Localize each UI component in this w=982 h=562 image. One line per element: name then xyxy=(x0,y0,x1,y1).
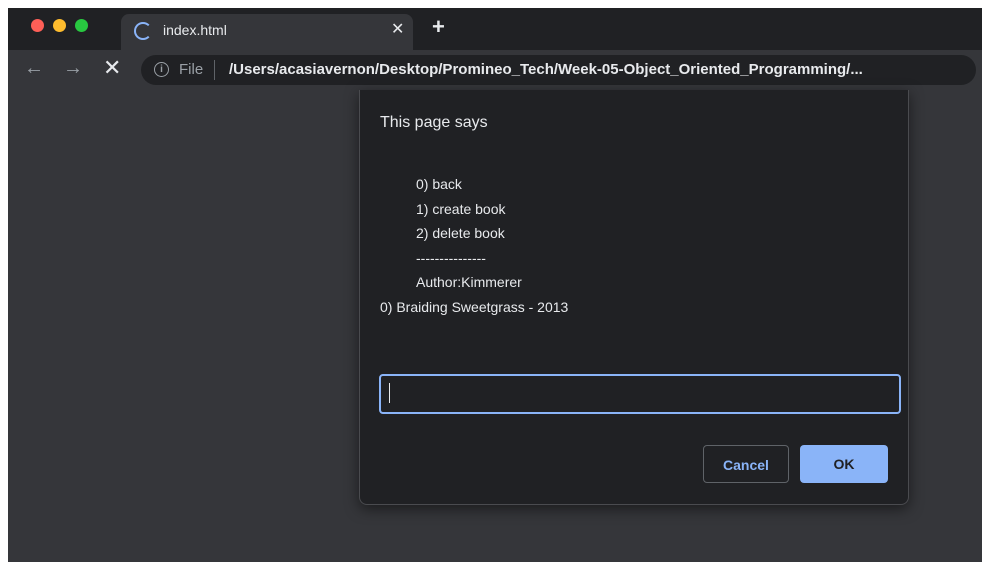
spinner-icon xyxy=(134,22,152,40)
address-bar[interactable]: i File /Users/acasiavernon/Desktop/Promi… xyxy=(141,55,976,85)
minimize-window-button[interactable] xyxy=(53,19,66,32)
browser-window: index.html ✕ + ← → ✕ i File /Users/acasi… xyxy=(8,8,982,562)
prompt-input[interactable] xyxy=(379,374,901,414)
message-line: Author:Kimmerer xyxy=(416,274,522,290)
stop-loading-icon[interactable]: ✕ xyxy=(103,55,121,81)
message-line: 0) Braiding Sweetgrass - 2013 xyxy=(380,298,569,315)
dialog-title: This page says xyxy=(380,114,488,131)
tab-title: index.html xyxy=(163,22,227,38)
tab-index-html[interactable]: index.html ✕ xyxy=(121,14,413,50)
dialog-message: 0) back 1) create book 2) delete book --… xyxy=(380,172,880,319)
message-line: 2) delete book xyxy=(416,225,505,241)
address-separator xyxy=(214,60,215,80)
address-url[interactable]: /Users/acasiavernon/Desktop/Promineo_Tec… xyxy=(229,61,969,78)
address-scheme: File xyxy=(179,61,204,78)
tab-close-icon[interactable]: ✕ xyxy=(391,19,404,39)
new-tab-button[interactable]: + xyxy=(432,14,445,40)
ok-button[interactable]: OK xyxy=(800,445,888,483)
page-content: This page says 0) back 1) create book 2)… xyxy=(8,90,982,562)
tab-strip: index.html ✕ + xyxy=(8,8,982,50)
text-caret xyxy=(389,383,390,403)
forward-arrow-icon[interactable]: → xyxy=(63,57,83,80)
message-line: 0) back xyxy=(416,176,462,192)
maximize-window-button[interactable] xyxy=(75,19,88,32)
prompt-dialog: This page says 0) back 1) create book 2)… xyxy=(359,90,909,505)
cancel-button[interactable]: Cancel xyxy=(703,445,789,483)
message-line: 1) create book xyxy=(416,200,506,217)
browser-toolbar: ← → ✕ i File /Users/acasiavernon/Desktop… xyxy=(8,50,982,90)
back-arrow-icon[interactable]: ← xyxy=(24,57,44,80)
message-line: --------------- xyxy=(416,249,486,266)
info-icon[interactable]: i xyxy=(154,62,169,77)
close-window-button[interactable] xyxy=(31,19,44,32)
